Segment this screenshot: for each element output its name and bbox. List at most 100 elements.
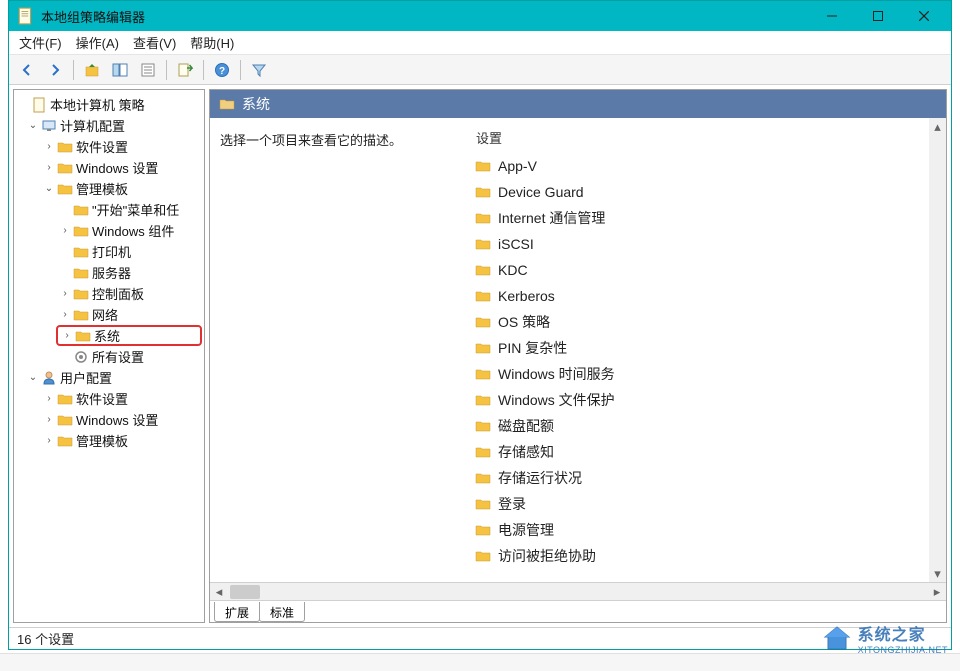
tab-standard[interactable]: 标准	[259, 602, 305, 622]
expand-icon[interactable]: ›	[58, 225, 72, 236]
export-button[interactable]	[173, 58, 197, 82]
list-item[interactable]: Windows 时间服务	[474, 361, 940, 387]
tree-servers[interactable]: 服务器	[16, 262, 202, 283]
tree-pane[interactable]: 本地计算机 策略 ⌄ 计算机配置 › 软件设置 › Windows 设置 ⌄ 管…	[13, 89, 205, 623]
expand-icon[interactable]: ›	[42, 435, 56, 446]
menu-file[interactable]: 文件(F)	[19, 33, 62, 52]
folder-icon	[474, 236, 492, 252]
column-header-settings[interactable]: 设置	[474, 128, 940, 153]
scroll-left-icon[interactable]: ◂	[210, 583, 228, 601]
folder-icon	[74, 328, 92, 344]
expand-icon[interactable]: ›	[42, 141, 56, 152]
filter-button[interactable]	[247, 58, 271, 82]
toolbar-separator	[203, 60, 204, 80]
tree-windows-settings-user[interactable]: › Windows 设置	[16, 409, 202, 430]
maximize-button[interactable]	[855, 1, 901, 31]
collapse-icon[interactable]: ⌄	[42, 183, 56, 194]
expand-icon[interactable]: ›	[42, 393, 56, 404]
tree-network[interactable]: › 网络	[16, 304, 202, 325]
list-item-label: 存储运行状况	[498, 468, 582, 488]
list-item[interactable]: Windows 文件保护	[474, 387, 940, 413]
menu-action[interactable]: 操作(A)	[76, 33, 119, 52]
list-item[interactable]: Kerberos	[474, 283, 940, 309]
vertical-scrollbar[interactable]: ▴ ▾	[929, 118, 946, 582]
list-item[interactable]: iSCSI	[474, 231, 940, 257]
help-button[interactable]: ?	[210, 58, 234, 82]
tree-windows-components[interactable]: › Windows 组件	[16, 220, 202, 241]
collapse-icon[interactable]: ⌄	[26, 372, 40, 383]
properties-button[interactable]	[136, 58, 160, 82]
list-item-label: 电源管理	[498, 520, 554, 540]
tree-label: 控制面板	[92, 284, 144, 303]
scroll-up-icon[interactable]: ▴	[929, 118, 946, 135]
list-item[interactable]: 电源管理	[474, 517, 940, 543]
menu-view[interactable]: 查看(V)	[133, 33, 176, 52]
expand-icon[interactable]: ›	[58, 288, 72, 299]
expand-icon[interactable]: ›	[42, 414, 56, 425]
list-item-label: 登录	[498, 494, 526, 514]
folder-icon	[474, 210, 492, 226]
folder-icon	[72, 265, 90, 281]
tree-user-config[interactable]: ⌄ 用户配置	[16, 367, 202, 388]
tree-all-settings[interactable]: 所有设置	[16, 346, 202, 367]
tree-software-settings[interactable]: › 软件设置	[16, 136, 202, 157]
forward-button[interactable]	[43, 58, 67, 82]
tree-computer-config[interactable]: ⌄ 计算机配置	[16, 115, 202, 136]
list-item[interactable]: 存储运行状况	[474, 465, 940, 491]
folder-icon	[474, 522, 492, 538]
tree-control-panel[interactable]: › 控制面板	[16, 283, 202, 304]
folder-icon	[56, 139, 74, 155]
scroll-track[interactable]	[929, 135, 946, 565]
expand-icon[interactable]: ›	[42, 162, 56, 173]
list-item[interactable]: 磁盘配额	[474, 413, 940, 439]
tabs-row: 扩展 标准	[210, 600, 946, 622]
tree-label: 软件设置	[76, 137, 128, 156]
tree-root[interactable]: 本地计算机 策略	[16, 94, 202, 115]
list-item[interactable]: 存储感知	[474, 439, 940, 465]
list-item[interactable]: PIN 复杂性	[474, 335, 940, 361]
tree-printers[interactable]: 打印机	[16, 241, 202, 262]
folder-icon	[474, 288, 492, 304]
list-pane[interactable]: 设置 App-V Device GuardInternet 通信管理iSCSIKD…	[468, 118, 946, 582]
expand-icon[interactable]: ›	[58, 309, 72, 320]
list-item[interactable]: App-V	[474, 153, 940, 179]
folder-icon	[474, 418, 492, 434]
list-item[interactable]: Device Guard	[474, 179, 940, 205]
folder-icon	[72, 307, 90, 323]
tree-label: 计算机配置	[60, 116, 125, 135]
tree-admin-templates[interactable]: ⌄ 管理模板	[16, 178, 202, 199]
expand-icon[interactable]: ›	[60, 330, 74, 341]
folder-icon	[56, 391, 74, 407]
menu-help[interactable]: 帮助(H)	[190, 33, 234, 52]
list-item[interactable]: 访问被拒绝协助	[474, 543, 940, 569]
svg-text:?: ?	[219, 66, 225, 77]
tree-windows-settings[interactable]: › Windows 设置	[16, 157, 202, 178]
list-item[interactable]: OS 策略	[474, 309, 940, 335]
scroll-down-icon[interactable]: ▾	[929, 565, 946, 582]
horizontal-scrollbar[interactable]: ◂ ▸	[210, 582, 946, 600]
watermark-brand: 系统之家	[858, 627, 926, 644]
tab-extended[interactable]: 扩展	[214, 602, 260, 622]
list-item[interactable]: Internet 通信管理	[474, 205, 940, 231]
folder-icon	[72, 286, 90, 302]
scroll-thumb[interactable]	[230, 585, 260, 599]
list-item-label: App-V	[498, 158, 537, 174]
list-item-label: 访问被拒绝协助	[498, 546, 596, 566]
scroll-right-icon[interactable]: ▸	[928, 583, 946, 601]
show-hide-console-tree-button[interactable]	[108, 58, 132, 82]
description-pane: 选择一个项目来查看它的描述。	[210, 118, 468, 582]
settings-icon	[72, 349, 90, 365]
tree-start-menu[interactable]: "开始"菜单和任	[16, 199, 202, 220]
up-button[interactable]	[80, 58, 104, 82]
list-item[interactable]: 登录	[474, 491, 940, 517]
close-button[interactable]	[901, 1, 947, 31]
minimize-button[interactable]	[809, 1, 855, 31]
list-item[interactable]: KDC	[474, 257, 940, 283]
policy-icon	[30, 97, 48, 113]
tree-admin-templates-user[interactable]: › 管理模板	[16, 430, 202, 451]
back-button[interactable]	[15, 58, 39, 82]
tree-system-selected[interactable]: › 系统	[56, 325, 202, 346]
list-item-label: Windows 时间服务	[498, 364, 615, 384]
collapse-icon[interactable]: ⌄	[26, 120, 40, 131]
tree-software-settings-user[interactable]: › 软件设置	[16, 388, 202, 409]
